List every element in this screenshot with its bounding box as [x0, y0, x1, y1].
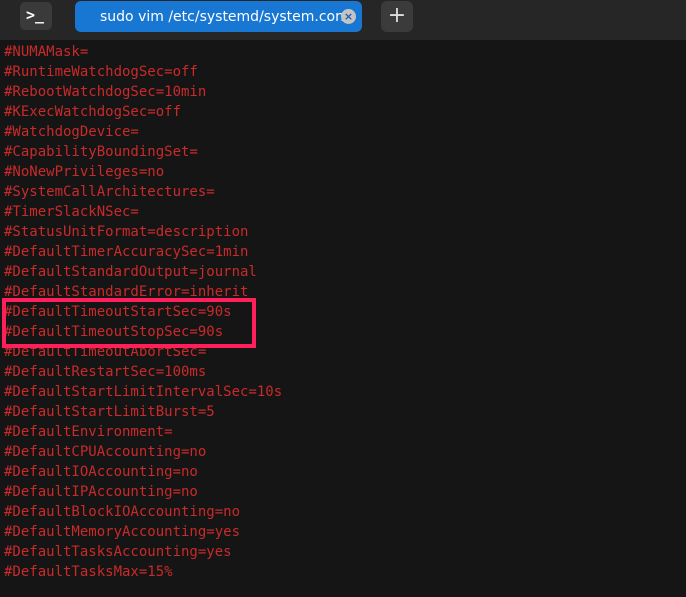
terminal-icon[interactable]: >_ [20, 2, 52, 30]
config-line: #RebootWatchdogSec=10min [4, 84, 207, 100]
terminal-prompt-glyph: >_ [26, 6, 45, 24]
config-line: #DefaultRestartSec=100ms [4, 364, 207, 380]
close-icon[interactable]: × [341, 9, 356, 24]
config-line: #SystemCallArchitectures= [4, 184, 215, 200]
new-tab-button[interactable]: + [381, 1, 413, 32]
config-line: #DefaultCPUAccounting=no [4, 444, 207, 460]
config-line: #DefaultStandardError=inherit [4, 284, 249, 300]
tab-active[interactable]: sudo vim /etc/systemd/system.conf × [75, 1, 362, 32]
config-line-timeout-start: #DefaultTimeoutStartSec=90s [4, 304, 232, 320]
vim-editor[interactable]: #NUMAMask= #RuntimeWatchdogSec=off #Rebo… [0, 42, 686, 597]
config-line: #DefaultStartLimitIntervalSec=10s [4, 384, 283, 400]
terminal-window: >_ sudo vim /etc/systemd/system.conf × +… [0, 0, 686, 597]
config-line: #DefaultStartLimitBurst=5 [4, 404, 215, 420]
config-line: #DefaultTimerAccuracySec=1min [4, 244, 249, 260]
config-line: #NUMAMask= [4, 44, 89, 60]
tab-title: sudo vim /etc/systemd/system.conf [100, 9, 349, 25]
config-line: #NoNewPrivileges=no [4, 164, 165, 180]
config-line: #DefaultIOAccounting=no [4, 464, 198, 480]
config-line: #DefaultTasksMax=15% [4, 564, 173, 580]
config-line: #DefaultBlockIOAccounting=no [4, 504, 241, 520]
config-line: #TimerSlackNSec= [4, 204, 139, 220]
config-line: #DefaultEnvironment= [4, 424, 173, 440]
config-line: #StatusUnitFormat=description [4, 224, 249, 240]
config-line: #DefaultMemoryAccounting=yes [4, 524, 241, 540]
config-line: #CapabilityBoundingSet= [4, 144, 198, 160]
config-line: #DefaultTimeoutAbortSec= [4, 344, 207, 360]
config-line: #DefaultTasksAccounting=yes [4, 544, 232, 560]
config-line: #KExecWatchdogSec=off [4, 104, 182, 120]
title-bar: >_ sudo vim /etc/systemd/system.conf × + [0, 0, 686, 40]
config-line: #RuntimeWatchdogSec=off [4, 64, 198, 80]
config-line: #WatchdogDevice= [4, 124, 139, 140]
config-line-timeout-stop: #DefaultTimeoutStopSec=90s [4, 324, 224, 340]
config-line: #DefaultIPAccounting=no [4, 484, 198, 500]
config-line: #DefaultStandardOutput=journal [4, 264, 257, 280]
